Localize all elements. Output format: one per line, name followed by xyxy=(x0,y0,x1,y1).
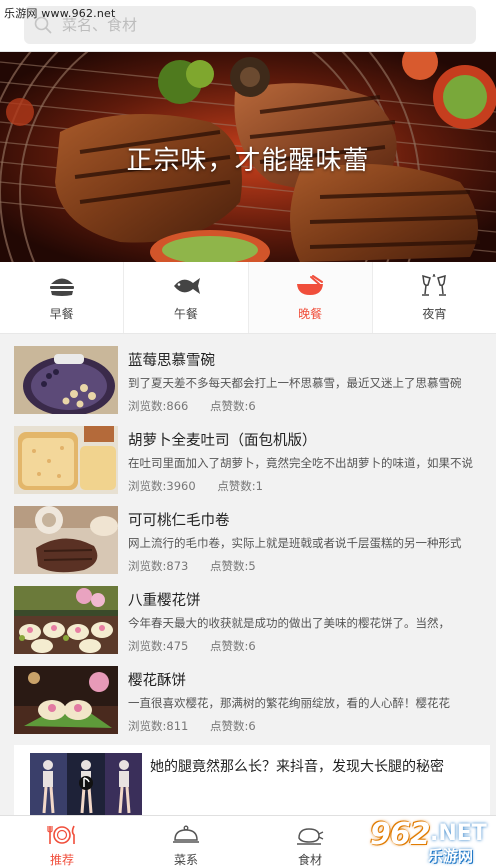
recipe-item[interactable]: 蓝莓思慕雪碗 到了夏天差不多每天都会打上一杯思慕雪，最近又迷上了思慕雪碗 浏览数… xyxy=(0,340,496,420)
recipe-item[interactable]: 八重樱花饼 今年春天最大的收获就是成功的做出了美味的樱花饼了。当然， 浏览数:4… xyxy=(0,580,496,660)
recipe-stats: 浏览数:475 点赞数:6 xyxy=(128,638,274,654)
tab-breakfast[interactable]: 早餐 xyxy=(0,262,125,333)
ad-thumbnail xyxy=(30,753,142,817)
top-header: 乐游网 www.962.net xyxy=(0,0,496,52)
nav-ingredients[interactable]: 食材 xyxy=(248,816,372,867)
recipe-description: 今年春天最大的收获就是成功的做出了美味的樱花饼了。当然， xyxy=(128,616,450,630)
view-count: 浏览数:873 xyxy=(128,559,189,573)
like-count: 点赞数:6 xyxy=(209,719,256,733)
recipe-stats: 浏览数:873 点赞数:5 xyxy=(128,558,274,574)
ad-title: 她的腿竟然那么长？来抖音，发现大长腿的秘密 xyxy=(150,759,444,775)
recipe-description: 网上流行的毛巾卷，实际上就是班戟或者说千层蛋糕的另一种形式 xyxy=(128,536,462,550)
view-count: 浏览数:866 xyxy=(128,399,189,413)
recipe-description: 在吐司里面加入了胡萝卜，竟然完全吃不出胡萝卜的味道，如果不说 xyxy=(128,456,473,470)
fish-icon xyxy=(171,273,201,299)
bottom-navigation: 推荐 菜系 食材 xyxy=(0,815,496,867)
plate-cutlery-icon xyxy=(47,824,77,846)
nav-label: 食材 xyxy=(297,853,322,867)
nav-label: 菜系 xyxy=(173,853,198,867)
recipe-description: 到了夏天差不多每天都会打上一杯思慕雪，最近又迷上了思慕雪碗 xyxy=(128,376,462,390)
ad-card[interactable]: 她的腿竟然那么长？来抖音，发现大长腿的秘密 xyxy=(14,745,490,817)
nav-label: 推荐 xyxy=(49,853,74,867)
like-count: 点赞数:5 xyxy=(209,559,256,573)
recipe-title: 胡萝卜全麦吐司（面包机版） xyxy=(128,433,317,449)
recipe-title: 樱花酥饼 xyxy=(128,673,186,689)
view-count: 浏览数:811 xyxy=(128,719,189,733)
wine-glasses-icon xyxy=(420,273,448,299)
recipe-item[interactable]: 可可桃仁毛巾卷 网上流行的毛巾卷，实际上就是班戟或者说千层蛋糕的另一种形式 浏览… xyxy=(0,500,496,580)
chicken-icon xyxy=(295,824,325,846)
recipe-item[interactable]: 樱花酥饼 一直很喜欢樱花，那满树的繁花绚丽绽放，看的人心醉！樱花花 浏览数:81… xyxy=(0,660,496,740)
burger-icon xyxy=(49,273,75,299)
hotpot-icon xyxy=(296,273,324,299)
tab-label: 早餐 xyxy=(49,307,74,321)
tab-dinner[interactable]: 晚餐 xyxy=(248,262,373,333)
nav-recommend[interactable]: 推荐 xyxy=(0,816,124,867)
recipe-stats: 浏览数:811 点赞数:6 xyxy=(128,718,274,734)
tab-label: 午餐 xyxy=(173,307,198,321)
search-input[interactable] xyxy=(62,16,442,34)
recipe-title: 可可桃仁毛巾卷 xyxy=(128,513,230,529)
recipe-item[interactable]: 胡萝卜全麦吐司（面包机版） 在吐司里面加入了胡萝卜，竟然完全吃不出胡萝卜的味道，… xyxy=(0,420,496,500)
recipe-thumbnail xyxy=(14,586,118,654)
tab-lunch[interactable]: 午餐 xyxy=(124,262,249,333)
view-count: 浏览数:3960 xyxy=(128,479,196,493)
recipe-thumbnail xyxy=(14,506,118,574)
recipe-thumbnail xyxy=(14,426,118,494)
nav-cuisine[interactable]: 菜系 xyxy=(124,816,248,867)
view-count: 浏览数:475 xyxy=(128,639,189,653)
hero-banner[interactable]: 正宗味，才能醒味蕾 xyxy=(0,52,496,262)
nav-more[interactable] xyxy=(372,816,496,867)
recipe-title: 蓝莓思慕雪碗 xyxy=(128,353,215,369)
recipe-stats: 浏览数:866 点赞数:6 xyxy=(128,398,274,414)
tab-late-night[interactable]: 夜宵 xyxy=(373,262,496,333)
watermark-text: 乐游网 www.962.net xyxy=(4,7,116,20)
meal-category-tabs: 早餐 午餐 晚餐 夜宵 xyxy=(0,262,496,334)
like-count: 点赞数:6 xyxy=(209,399,256,413)
recipe-thumbnail xyxy=(14,666,118,734)
recipe-thumbnail xyxy=(14,346,118,414)
recipe-stats: 浏览数:3960 点赞数:1 xyxy=(128,478,281,494)
like-count: 点赞数:1 xyxy=(217,479,264,493)
recipe-description: 一直很喜欢樱花，那满树的繁花绚丽绽放，看的人心醉！樱花花 xyxy=(128,696,450,710)
banner-slogan: 正宗味，才能醒味蕾 xyxy=(126,146,370,176)
tab-label: 夜宵 xyxy=(422,307,447,321)
recipe-title: 八重樱花饼 xyxy=(128,593,201,609)
tab-label: 晚餐 xyxy=(298,307,323,321)
cloche-icon xyxy=(172,824,200,846)
like-count: 点赞数:6 xyxy=(209,639,256,653)
